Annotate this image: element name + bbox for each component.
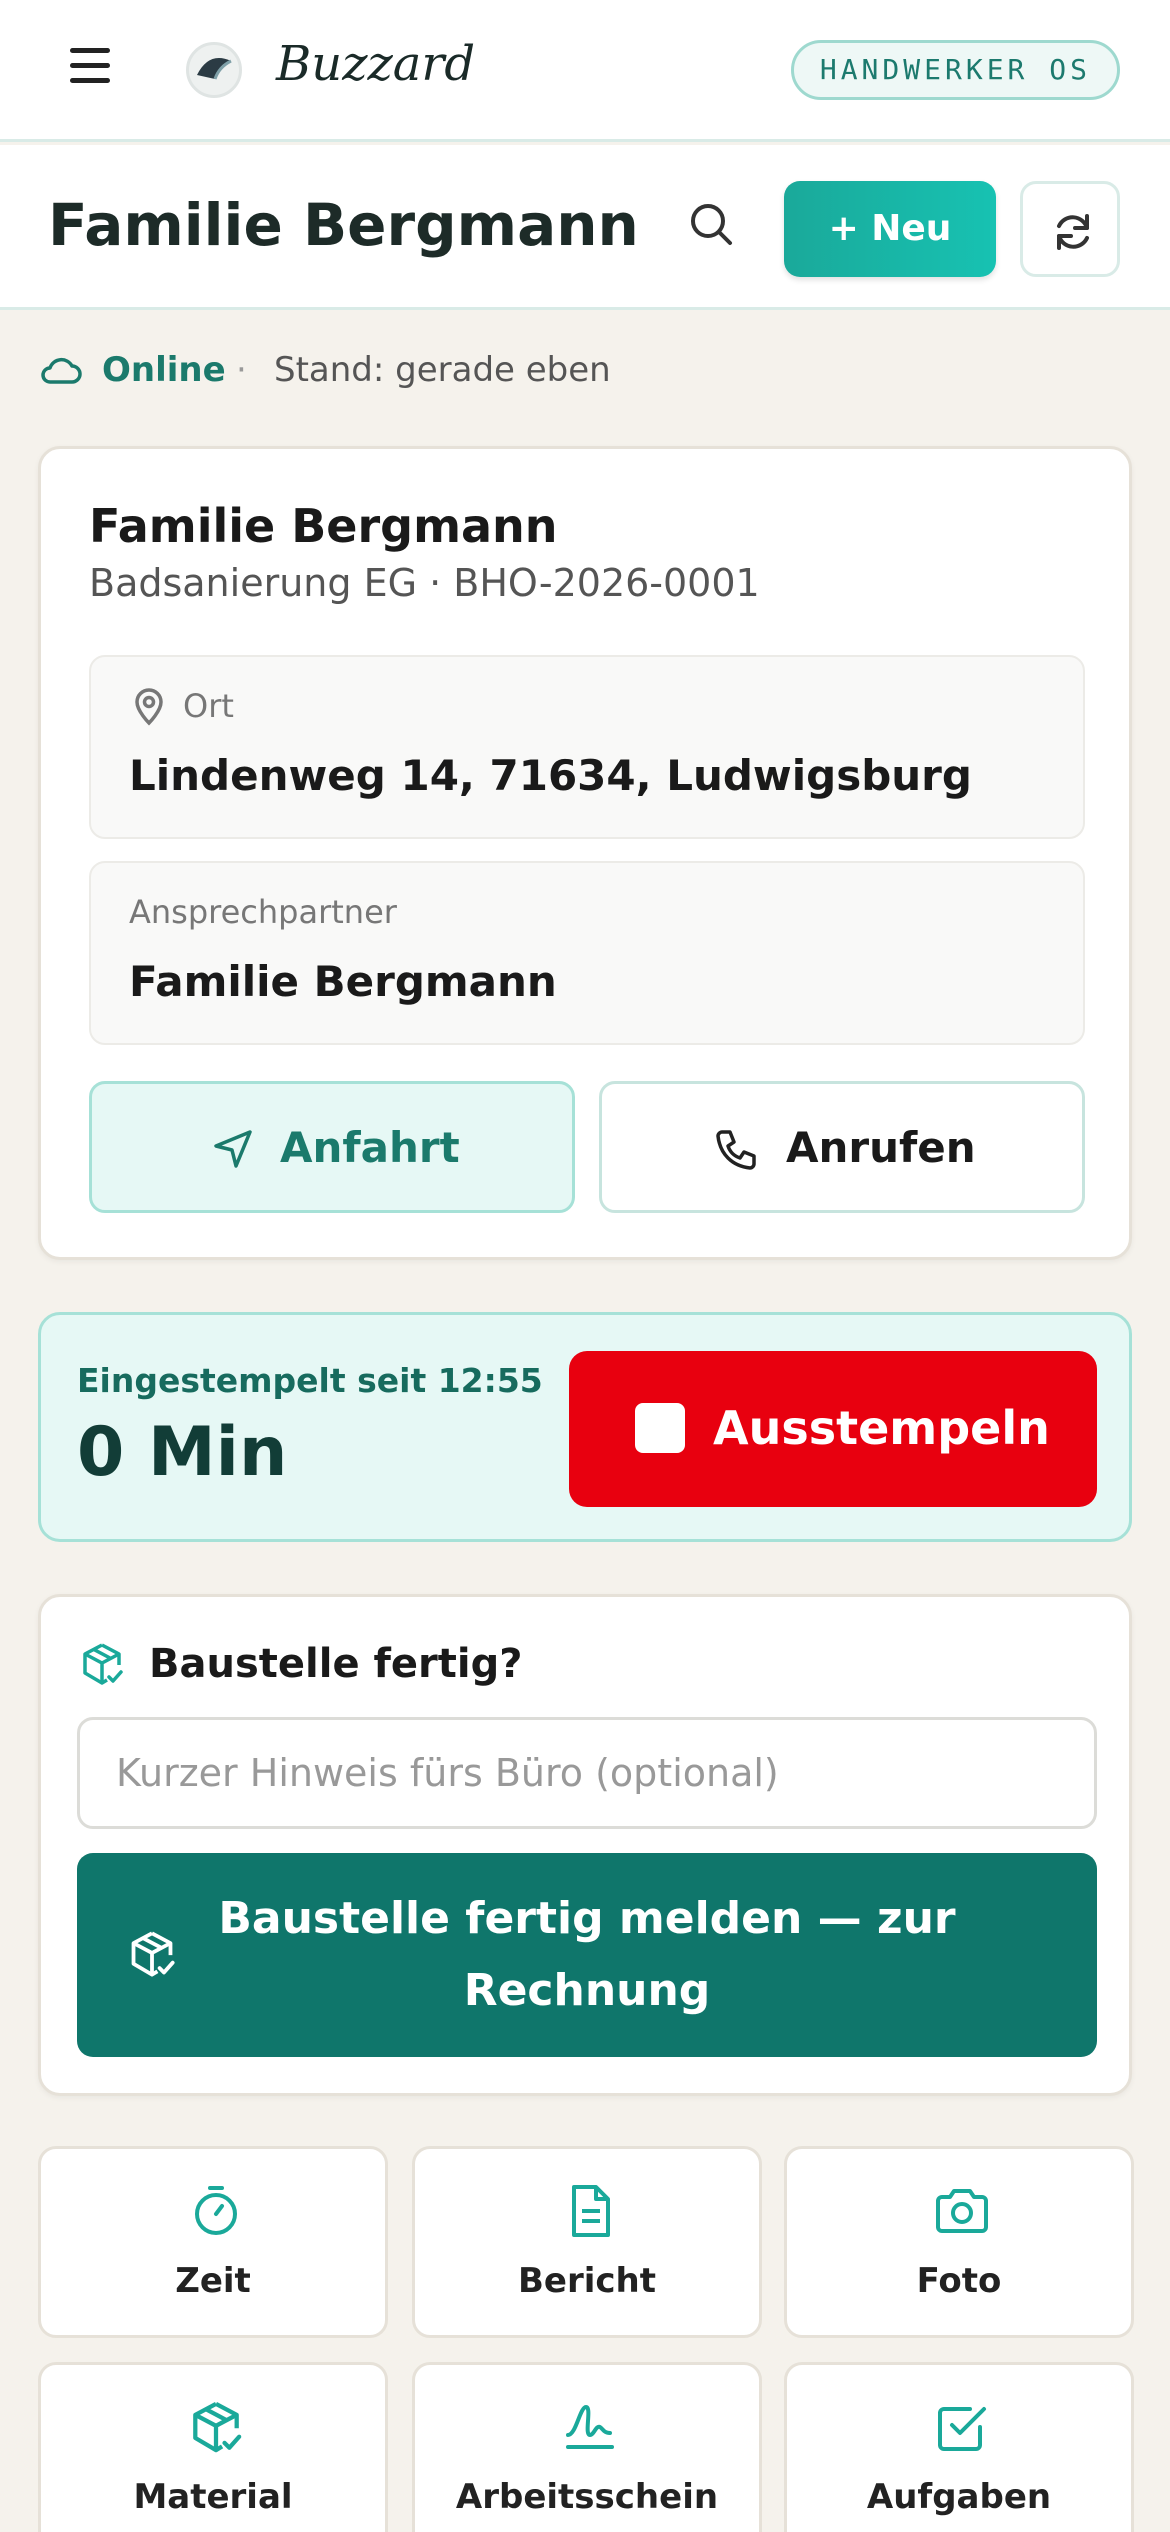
- route-button[interactable]: Anfahrt: [89, 1081, 575, 1213]
- package-check-icon: [131, 1931, 175, 1977]
- tile-material[interactable]: Material: [38, 2362, 388, 2532]
- refresh-button[interactable]: [1020, 181, 1120, 277]
- tile-label: Aufgaben: [866, 2477, 1052, 2517]
- location-value: Lindenweg 14, 71634, Ludwigsburg: [129, 751, 972, 800]
- tile-label: Bericht: [517, 2261, 656, 2301]
- checkbox-icon: [938, 2407, 986, 2451]
- project-name: Familie Bergmann: [89, 499, 558, 553]
- new-button[interactable]: + Neu: [784, 181, 996, 277]
- call-button[interactable]: Anrufen: [599, 1081, 1085, 1213]
- camera-icon: [936, 2189, 988, 2233]
- search-icon: [691, 204, 732, 245]
- time-tracking-card: Eingestempelt seit 12:55 0 Min Ausstempe…: [38, 1312, 1132, 1542]
- contact-value: Familie Bergmann: [129, 957, 557, 1006]
- route-label: Anfahrt: [280, 1123, 460, 1172]
- site-finished-title: Baustelle fertig?: [149, 1641, 523, 1687]
- tile-foto[interactable]: Foto: [784, 2146, 1134, 2338]
- site-finished-card: Baustelle fertig? Baustelle fertig melde…: [38, 1594, 1132, 2096]
- brand-name: Buzzard: [276, 36, 476, 92]
- location-box: Ort Lindenweg 14, 71634, Ludwigsburg: [89, 655, 1085, 839]
- signature-icon: [566, 2404, 614, 2449]
- stop-icon: [635, 1403, 685, 1453]
- cloud-icon: [41, 357, 82, 384]
- stamp-out-label: Ausstempeln: [713, 1401, 1050, 1455]
- hamburger-line: [70, 48, 110, 53]
- location-label: Ort: [183, 687, 234, 725]
- hamburger-line: [70, 63, 110, 68]
- tile-label: Zeit: [175, 2261, 251, 2301]
- online-label: Online: [102, 350, 226, 390]
- last-sync-text: Stand: gerade eben: [274, 350, 611, 390]
- clocked-in-since: Eingestempelt seit 12:55: [77, 1361, 543, 1400]
- tile-bericht[interactable]: Bericht: [412, 2146, 762, 2338]
- logo-icon: [186, 42, 242, 98]
- report-finished-label: Baustelle fertig melden — zur Rechnung: [218, 1893, 956, 2016]
- navigation-icon: [214, 1130, 252, 1168]
- tile-label: Foto: [916, 2261, 1002, 2301]
- package-check-icon: [83, 1643, 123, 1685]
- clocked-duration: 0 Min: [77, 1413, 288, 1492]
- document-icon: [572, 2185, 610, 2237]
- timer-icon: [195, 2186, 237, 2235]
- top-bar: Buzzard HANDWERKER OS: [0, 0, 1170, 142]
- phone-icon: [716, 1130, 756, 1170]
- map-pin-icon: [135, 688, 163, 726]
- report-finished-button[interactable]: Baustelle fertig melden — zur Rechnung: [77, 1853, 1097, 2057]
- tile-aufgaben[interactable]: Aufgaben: [784, 2362, 1134, 2532]
- contact-label: Ansprechpartner: [129, 893, 397, 931]
- call-label: Anrufen: [786, 1123, 976, 1172]
- role-badge: HANDWERKER OS: [790, 40, 1120, 100]
- menu-button[interactable]: [70, 48, 122, 96]
- bird-logo-icon: [197, 58, 232, 80]
- contact-box: Ansprechpartner Familie Bergmann: [89, 861, 1085, 1045]
- tile-arbeitsschein[interactable]: Arbeitsschein: [412, 2362, 762, 2532]
- tile-label: Arbeitsschein: [455, 2477, 719, 2517]
- project-card: Familie Bergmann Badsanierung EG · BHO-2…: [38, 446, 1132, 1260]
- office-note-input[interactable]: [77, 1717, 1097, 1829]
- refresh-icon: [1057, 214, 1089, 250]
- status-separator: ·: [236, 350, 247, 390]
- tile-label: Material: [133, 2477, 293, 2517]
- project-subtitle: Badsanierung EG · BHO-2026-0001: [89, 561, 760, 605]
- hamburger-line: [70, 78, 110, 83]
- tile-zeit[interactable]: Zeit: [38, 2146, 388, 2338]
- package-icon: [193, 2401, 242, 2453]
- stamp-out-button[interactable]: Ausstempeln: [569, 1351, 1097, 1507]
- page-header: Familie Bergmann + Neu: [0, 145, 1170, 310]
- search-button[interactable]: [680, 193, 744, 257]
- page-title: Familie Bergmann: [48, 191, 639, 259]
